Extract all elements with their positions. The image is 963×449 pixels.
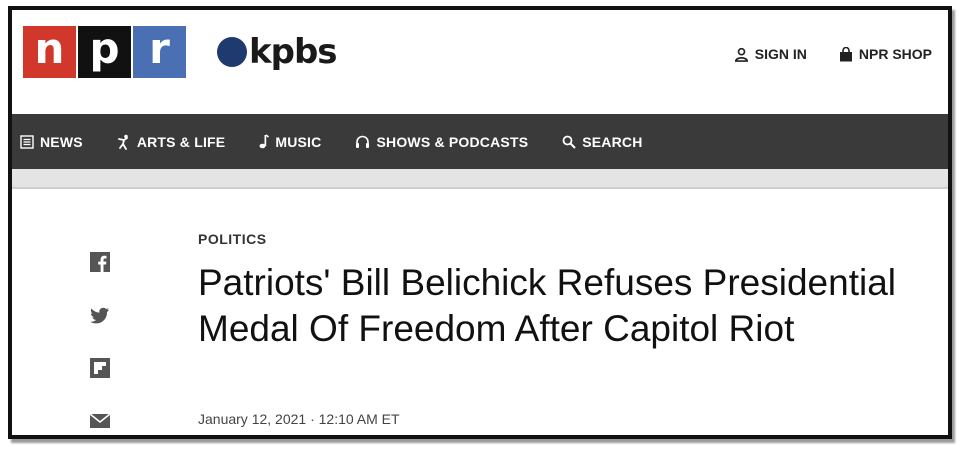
user-icon: [734, 47, 748, 62]
nav-item-shows-podcasts[interactable]: SHOWS & PODCASTS: [355, 134, 528, 150]
nav-music-label: MUSIC: [275, 133, 322, 150]
npr-logo-n: n: [23, 24, 76, 78]
music-note-icon: [259, 134, 270, 149]
npr-shop-link[interactable]: NPR SHOP: [839, 46, 932, 62]
nav-arts-life-label: ARTS & LIFE: [136, 133, 226, 150]
npr-logo[interactable]: n p r: [23, 24, 188, 78]
nav-search-label: SEARCH: [582, 133, 643, 150]
social-share-rail: [90, 252, 112, 435]
nav-item-music[interactable]: MUSIC: [259, 134, 321, 150]
flipboard-icon[interactable]: [90, 358, 110, 378]
npr-logo-p: p: [78, 24, 131, 78]
shopping-bag-icon: [839, 46, 852, 61]
article-section-label[interactable]: POLITICS: [198, 231, 267, 247]
kpbs-wordmark: kpbs: [249, 32, 338, 72]
facebook-icon[interactable]: [90, 252, 110, 272]
kpbs-logo[interactable]: kpbs: [217, 32, 338, 72]
arts-life-icon: [117, 134, 128, 150]
article-headline: Patriots' Bill Belichick Refuses Preside…: [198, 262, 897, 349]
news-icon: [20, 134, 34, 149]
kpbs-dot-icon: [217, 37, 247, 67]
sub-nav-strip: [12, 169, 948, 189]
nav-shows-podcasts-label: SHOWS & PODCASTS: [376, 133, 529, 150]
email-icon[interactable]: [90, 411, 110, 431]
search-icon: [562, 135, 576, 149]
headphones-icon: [356, 135, 370, 148]
browser-frame: n p r kpbs SIGN IN NPR SHOP NEWS ARTS & …: [8, 6, 952, 439]
twitter-icon[interactable]: [90, 305, 110, 325]
sign-in-link[interactable]: SIGN IN: [734, 46, 807, 62]
nav-item-arts-life[interactable]: ARTS & LIFE: [117, 134, 226, 150]
nav-item-news[interactable]: NEWS: [20, 134, 83, 150]
nav-news-label: NEWS: [40, 133, 83, 150]
npr-shop-label: NPR SHOP: [858, 46, 932, 62]
site-header: n p r kpbs SIGN IN NPR SHOP: [12, 10, 948, 114]
header-actions: SIGN IN NPR SHOP: [734, 46, 932, 62]
nav-item-search[interactable]: SEARCH: [562, 134, 642, 150]
main-nav: NEWS ARTS & LIFE MUSIC SHOWS & PODCASTS …: [12, 114, 948, 169]
article-dateline: January 12, 2021 · 12:10 AM ET: [198, 411, 400, 427]
sign-in-label: SIGN IN: [754, 46, 807, 62]
npr-logo-r: r: [133, 24, 186, 78]
